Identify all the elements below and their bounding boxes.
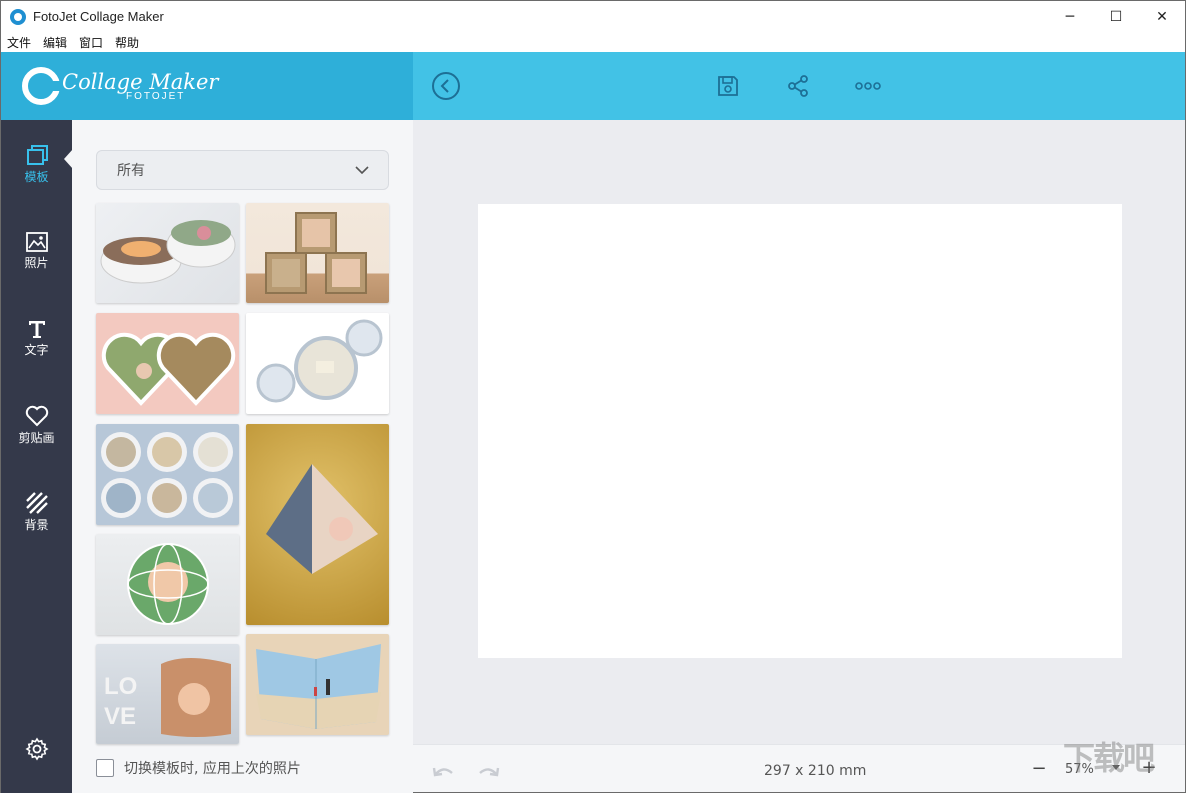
text-icon xyxy=(28,320,45,338)
share-icon xyxy=(788,75,808,97)
top-toolbar xyxy=(413,52,1185,120)
template-thumb-hearts[interactable] xyxy=(96,313,239,414)
settings-button[interactable] xyxy=(25,737,49,761)
nav-photo-label: 照片 xyxy=(24,255,49,270)
chevron-down-icon xyxy=(355,166,369,174)
menu-file[interactable]: 文件 xyxy=(1,34,37,51)
reuse-photos-option[interactable]: 切换模板时, 应用上次的照片 xyxy=(96,758,301,778)
minimize-button[interactable]: ─ xyxy=(1047,1,1093,32)
redo-button[interactable] xyxy=(477,761,501,781)
photo-icon xyxy=(25,231,48,252)
nav-background[interactable]: 背景 xyxy=(1,482,72,542)
template-thumb-baby-blocks[interactable] xyxy=(246,203,389,303)
template-thumb-bubbles[interactable] xyxy=(246,313,389,414)
close-button[interactable]: ✕ xyxy=(1139,1,1185,32)
template-thumb-bowls[interactable] xyxy=(96,203,239,303)
left-nav: 模板 照片 文字 剪贴画 背景 xyxy=(1,120,72,793)
window-controls: ─ ☐ ✕ xyxy=(1047,1,1185,32)
nav-clipart[interactable]: 剪贴画 xyxy=(1,395,72,455)
collage-page[interactable] xyxy=(478,204,1122,658)
canvas-workspace xyxy=(413,120,1185,744)
save-icon xyxy=(718,76,738,96)
save-button[interactable] xyxy=(712,70,744,102)
title-bar: FotoJet Collage Maker ─ ☐ ✕ xyxy=(1,1,1185,32)
template-thumb-beach-circles[interactable] xyxy=(96,424,239,525)
brand-logo-icon xyxy=(22,67,62,105)
nav-template-label: 模板 xyxy=(24,169,49,184)
more-icon xyxy=(855,82,881,90)
share-button[interactable] xyxy=(782,70,814,102)
template-thumb-pyramid[interactable] xyxy=(246,424,389,625)
menu-window[interactable]: 窗口 xyxy=(73,34,109,51)
template-icon xyxy=(26,144,48,165)
nav-text[interactable]: 文字 xyxy=(1,308,72,368)
window-title: FotoJet Collage Maker xyxy=(33,9,164,24)
brand-logo: Collage Maker FOTOJET xyxy=(62,71,218,102)
app-window: FotoJet Collage Maker ─ ☐ ✕ 文件 编辑 窗口 帮助 … xyxy=(0,0,1186,793)
watermark: 下载吧 xyxy=(1063,739,1155,777)
clipart-icon xyxy=(25,405,48,426)
svg-text:VE: VE xyxy=(104,703,136,730)
undo-button[interactable] xyxy=(431,761,455,781)
brand-name: Collage Maker xyxy=(62,69,219,94)
brand-header: Collage Maker FOTOJET xyxy=(1,52,413,120)
template-filter-dropdown[interactable]: 所有 xyxy=(96,150,389,190)
maximize-button[interactable]: ☐ xyxy=(1093,1,1139,32)
nav-template[interactable]: 模板 xyxy=(1,134,72,194)
svg-text:LO: LO xyxy=(104,673,137,700)
more-button[interactable] xyxy=(852,70,884,102)
reuse-photos-label: 切换模板时, 应用上次的照片 xyxy=(124,761,301,777)
template-thumb-folded-beach[interactable] xyxy=(246,634,389,735)
menu-edit[interactable]: 编辑 xyxy=(37,34,73,51)
menu-bar: 文件 编辑 窗口 帮助 xyxy=(1,32,1185,52)
app-logo-icon xyxy=(10,8,26,25)
nav-photo[interactable]: 照片 xyxy=(1,221,72,281)
template-thumb-love-cube[interactable]: LO VE xyxy=(96,644,239,744)
back-button[interactable] xyxy=(430,70,462,102)
template-thumb-globe[interactable] xyxy=(96,534,239,635)
template-filter-value: 所有 xyxy=(117,163,145,179)
undo-icon xyxy=(432,767,453,777)
back-icon xyxy=(432,72,460,100)
menu-help[interactable]: 帮助 xyxy=(109,34,145,51)
brand-sub: FOTOJET xyxy=(126,90,186,102)
zoom-out-button[interactable]: − xyxy=(1031,759,1047,779)
page-size-label: 297 x 210 mm xyxy=(764,763,867,779)
nav-text-label: 文字 xyxy=(24,342,49,357)
template-panel: 所有 LO VE 切换模板时, 应用上次的照片 xyxy=(72,120,413,793)
reuse-photos-checkbox[interactable] xyxy=(96,759,114,777)
redo-icon xyxy=(479,767,500,777)
gear-icon xyxy=(25,737,49,761)
nav-background-label: 背景 xyxy=(24,517,49,532)
nav-clipart-label: 剪贴画 xyxy=(18,430,55,445)
background-icon xyxy=(25,491,48,514)
